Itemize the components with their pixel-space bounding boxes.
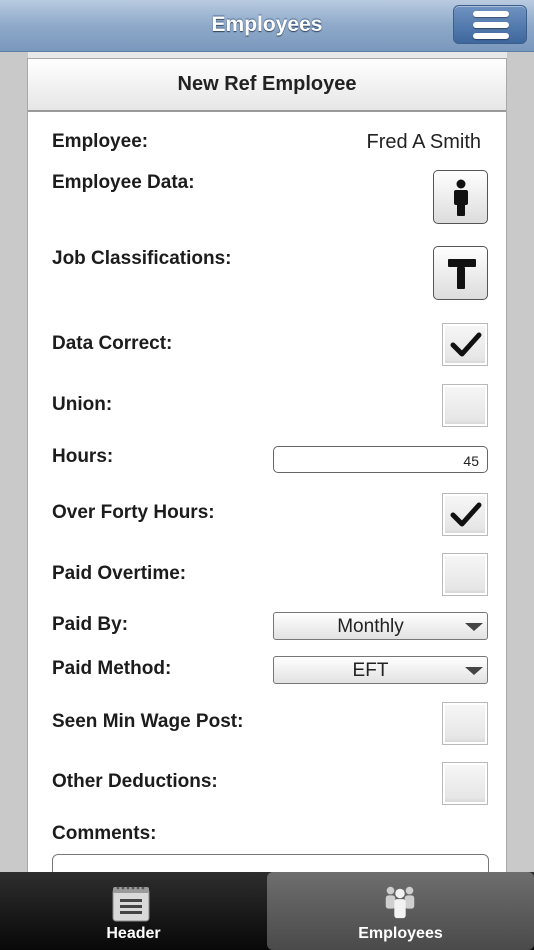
paid-by-label: Paid By: bbox=[52, 614, 129, 635]
left-gutter bbox=[0, 52, 28, 872]
people-icon bbox=[385, 886, 415, 919]
over-forty-hours-checkbox[interactable] bbox=[442, 493, 488, 536]
card-header: New Ref Employee bbox=[28, 59, 506, 112]
paid-method-label: Paid Method: bbox=[52, 658, 172, 679]
data-correct-checkbox[interactable] bbox=[442, 323, 488, 366]
top-navbar: Employees bbox=[0, 0, 534, 52]
checkmark-icon bbox=[450, 502, 482, 527]
over-forty-hours-label: Over Forty Hours: bbox=[52, 502, 215, 523]
notepad-icon bbox=[112, 886, 150, 922]
employee-data-label: Employee Data: bbox=[52, 172, 195, 193]
seen-min-wage-post-label: Seen Min Wage Post: bbox=[52, 711, 244, 732]
bottom-tab-bar: Header Employees bbox=[0, 872, 534, 950]
hours-label: Hours: bbox=[52, 446, 114, 467]
hours-input[interactable]: 45 bbox=[273, 446, 488, 473]
tab-header-label: Header bbox=[106, 925, 161, 942]
job-classifications-button[interactable] bbox=[433, 246, 488, 300]
employee-data-button[interactable] bbox=[433, 170, 488, 224]
seen-min-wage-post-checkbox[interactable] bbox=[442, 702, 488, 745]
right-gutter bbox=[507, 52, 534, 872]
other-deductions-checkbox[interactable] bbox=[442, 762, 488, 805]
comments-label: Comments: bbox=[52, 823, 157, 844]
menu-button[interactable] bbox=[453, 5, 527, 44]
data-correct-label: Data Correct: bbox=[52, 333, 173, 354]
paid-overtime-label: Paid Overtime: bbox=[52, 563, 187, 584]
job-classifications-label: Job Classifications: bbox=[52, 248, 232, 269]
hammer-icon bbox=[448, 259, 476, 289]
paid-method-select[interactable]: EFT bbox=[273, 656, 488, 684]
paid-by-value: Monthly bbox=[337, 616, 404, 637]
tab-header[interactable]: Header bbox=[0, 872, 267, 950]
hamburger-icon bbox=[473, 11, 509, 17]
chevron-down-icon bbox=[465, 667, 483, 675]
tab-employees-label: Employees bbox=[358, 925, 443, 942]
other-deductions-label: Other Deductions: bbox=[52, 771, 218, 792]
employee-label: Employee: bbox=[52, 131, 149, 152]
employee-value: Fred A Smith bbox=[366, 131, 482, 153]
paid-by-select[interactable]: Monthly bbox=[273, 612, 488, 640]
tab-employees[interactable]: Employees bbox=[267, 872, 534, 950]
checkmark-icon bbox=[450, 332, 482, 357]
union-label: Union: bbox=[52, 394, 113, 415]
paid-overtime-checkbox[interactable] bbox=[442, 553, 488, 596]
union-checkbox[interactable] bbox=[442, 384, 488, 427]
paid-method-value: EFT bbox=[352, 660, 389, 681]
chevron-down-icon bbox=[465, 623, 483, 631]
person-icon bbox=[454, 179, 468, 216]
card-title: New Ref Employee bbox=[177, 73, 357, 95]
